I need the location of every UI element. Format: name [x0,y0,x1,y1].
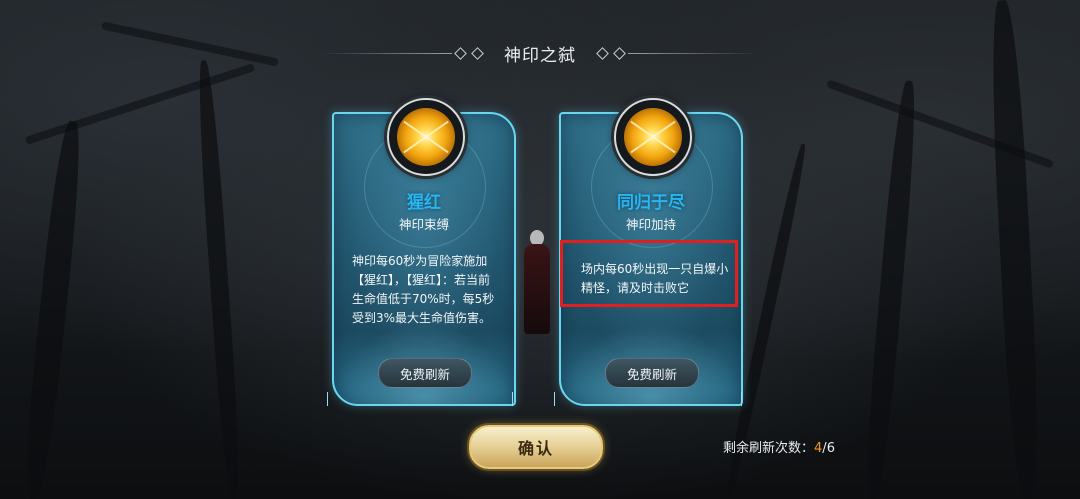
corner-tick [741,392,742,406]
seal-emblem [387,98,465,176]
game-screen: 神印之弑 猩红 神印束缚 神印每60秒为冒险家施加【猩红】，【猩红】：若当前生命… [0,0,1080,499]
corner-tick [512,392,513,406]
card-name: 同归于尽 [617,193,685,213]
golden-orb-icon [624,108,682,166]
tree-silhouette [861,79,921,499]
corner-tick [554,392,555,406]
page-title: 神印之弑 [504,45,576,66]
diamond-ornament-icon [454,46,467,60]
confirm-button[interactable]: 确认 [469,425,603,469]
refresh-total: 6 [826,441,835,456]
character-body [524,244,550,334]
refresh-count: 剩余刷新次数：4/6 [723,437,835,456]
title-divider-right [628,52,758,54]
seal-emblem [614,98,692,176]
player-character [520,230,556,340]
card-name: 猩红 [407,193,441,213]
golden-orb-icon [397,108,455,166]
card-subtitle: 神印加持 [625,217,676,232]
corner-tick [327,392,328,406]
tree-silhouette [20,119,86,499]
card-subtitle: 神印束缚 [398,217,449,232]
refresh-count-label: 剩余刷新次数： [723,441,815,456]
diamond-ornament-icon [613,46,626,60]
panel-header: 神印之弑 [0,38,1080,68]
diamond-ornament-icon [596,46,609,60]
card-description: 神印每60秒为冒险家施加【猩红】，【猩红】：若当前生命值低于70%时，每5秒受到… [352,254,495,325]
free-refresh-button[interactable]: 免费刷新 [605,358,699,388]
tree-silhouette [986,0,1044,499]
free-refresh-button[interactable]: 免费刷新 [378,358,472,388]
seal-card-scarlet[interactable]: 猩红 神印束缚 神印每60秒为冒险家施加【猩红】，【猩红】：若当前生命值低于70… [332,98,516,406]
title-divider-left [322,52,452,54]
highlight-annotation-box [560,240,738,307]
tree-silhouette [194,59,244,499]
diamond-ornament-icon [471,46,484,60]
tree-branch [24,63,256,145]
